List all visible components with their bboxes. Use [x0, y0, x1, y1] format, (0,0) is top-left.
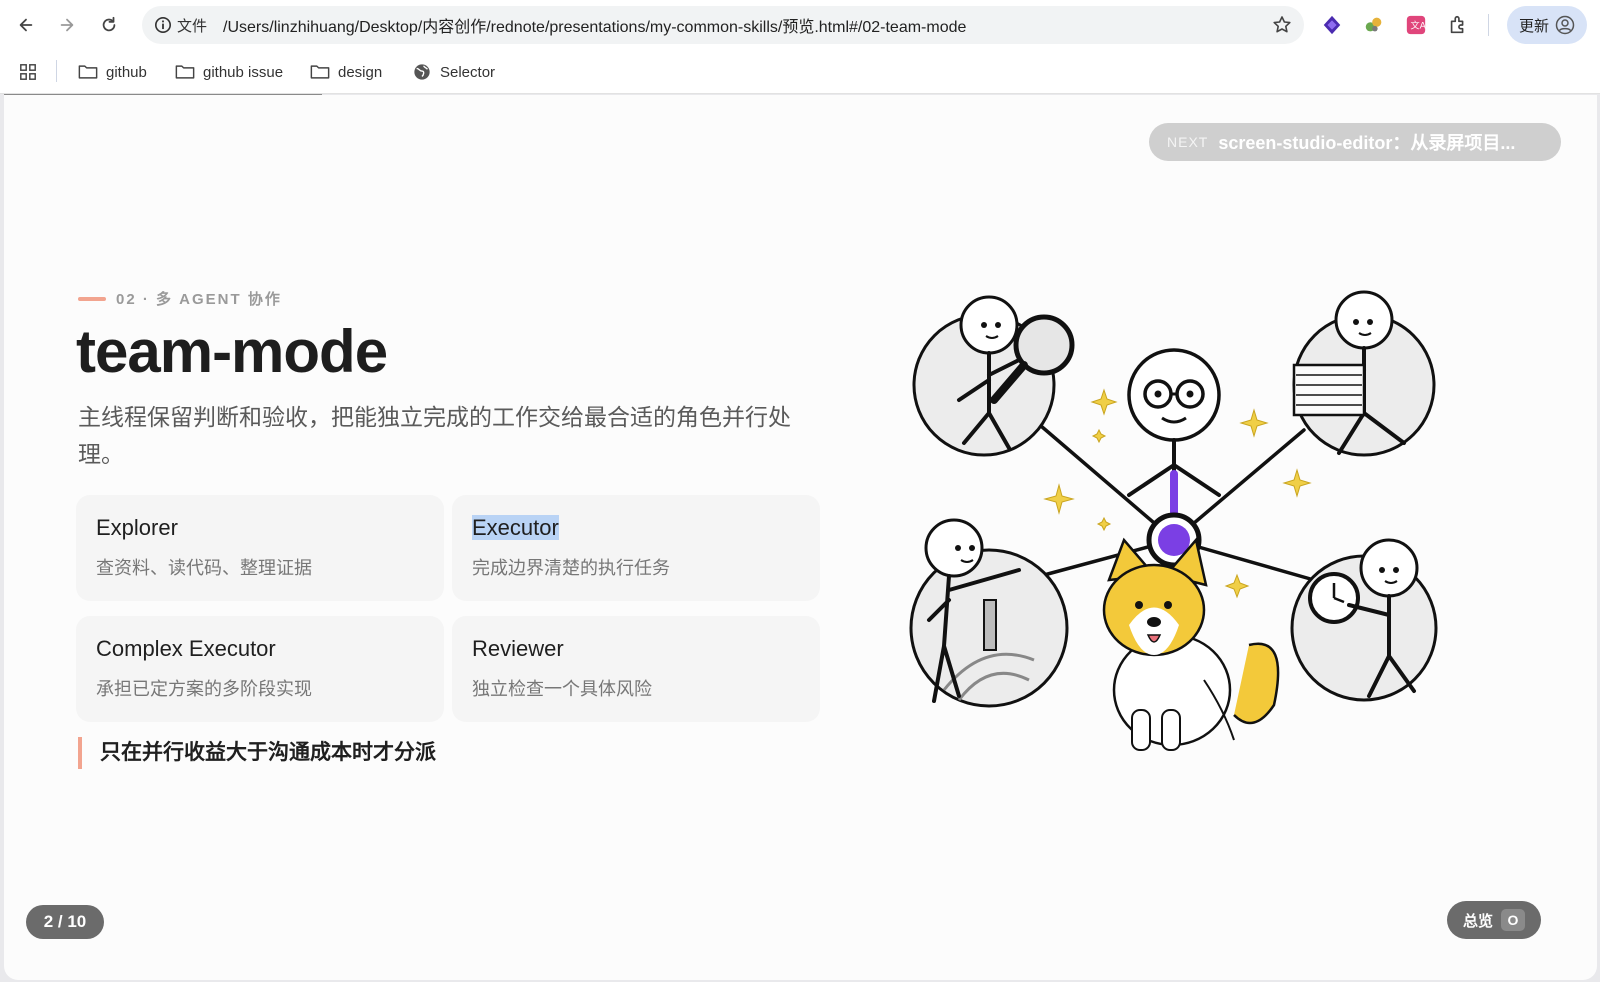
overview-label: 总览: [1462, 912, 1493, 930]
bookmark-label: Selector: [440, 63, 496, 81]
bookmark-label: github issue: [203, 63, 284, 81]
toolbar-separator: [1488, 14, 1489, 36]
page-indicator: 2 / 10: [26, 905, 104, 939]
dispatch-note: 只在并行收益大于沟通成本时才分派: [78, 737, 436, 769]
bookmark-github-issue[interactable]: github issue: [175, 61, 283, 83]
bookmarks-separator: [56, 60, 57, 82]
section-label: 02 · 多 AGENT 协作: [116, 291, 282, 308]
team-illustration: [909, 290, 1438, 751]
extension-translate-icon[interactable]: 文A: [1404, 13, 1428, 37]
role-name: Reviewer: [472, 636, 564, 661]
role-desc: 查资料、读代码、整理证据: [96, 558, 312, 578]
arrow-left-icon: [19, 18, 33, 32]
bookmarks-bar: github github issue design Selector: [0, 50, 1600, 94]
slide-subtitle: 主线程保留判断和验收，把能独立完成的工作交给最合适的角色并行处理。: [78, 404, 791, 467]
folder-icon: [310, 65, 330, 79]
role-name: Explorer: [96, 515, 178, 540]
arrow-right-icon: [60, 18, 74, 32]
browser-toolbar: 文件 /Users/linzhihuang/Desktop/内容创作/redno…: [0, 0, 1600, 50]
section-eyebrow: 02 · 多 AGENT 协作: [78, 288, 282, 309]
profile-avatar-icon: [1555, 15, 1575, 35]
bookmark-label: github: [106, 63, 147, 81]
role-card-executor: Executor 完成边界清楚的执行任务: [452, 495, 820, 601]
bookmark-selector[interactable]: Selector: [412, 61, 495, 83]
bookmark-star-icon[interactable]: [1272, 15, 1292, 35]
role-desc: 完成边界清楚的执行任务: [472, 558, 670, 578]
next-tag: NEXT: [1167, 134, 1209, 150]
next-slide-button[interactable]: NEXT screen-studio-editor：从录屏项目...: [1149, 123, 1561, 161]
role-desc: 独立检查一个具体风险: [472, 679, 652, 699]
back-button[interactable]: [11, 10, 41, 40]
bookmark-design[interactable]: design: [310, 61, 382, 83]
apps-button[interactable]: [18, 61, 38, 83]
folder-icon: [175, 65, 195, 79]
extensions-puzzle-icon[interactable]: [1446, 13, 1470, 37]
role-name: Complex Executor: [96, 636, 276, 661]
slide: NEXT screen-studio-editor：从录屏项目... 02 · …: [4, 95, 1597, 980]
apps-grid-icon: [20, 64, 36, 80]
role-name: Executor: [472, 515, 559, 540]
folder-icon: [78, 65, 98, 79]
bookmark-label: design: [338, 63, 383, 81]
reload-button[interactable]: [94, 10, 124, 40]
role-desc: 承担已定方案的多阶段实现: [96, 679, 312, 699]
overview-button[interactable]: 总览 O: [1447, 901, 1541, 939]
next-slide-title: screen-studio-editor：从录屏项目...: [1218, 133, 1516, 153]
bookmark-github[interactable]: github: [78, 61, 147, 83]
globe-icon: [414, 64, 430, 80]
role-card-complex-executor: Complex Executor 承担已定方案的多阶段实现: [76, 616, 444, 722]
role-name-wrapper: Executor: [472, 515, 820, 541]
info-icon[interactable]: [154, 16, 172, 34]
document-carrier-figure: [1292, 290, 1436, 457]
role-card-explorer: Explorer 查资料、读代码、整理证据: [76, 495, 444, 601]
leader-figure: [1127, 348, 1221, 568]
update-button[interactable]: 更新: [1507, 6, 1587, 44]
svg-text:文A: 文A: [1411, 20, 1427, 32]
timekeeper-figure: [1290, 538, 1438, 702]
forward-button[interactable]: [52, 10, 82, 40]
role-card-reviewer: Reviewer 独立检查一个具体风险: [452, 616, 820, 722]
reload-icon: [102, 16, 116, 32]
address-bar[interactable]: 文件 /Users/linzhihuang/Desktop/内容创作/redno…: [142, 6, 1304, 44]
overview-shortcut-key: O: [1501, 909, 1525, 931]
url-text[interactable]: /Users/linzhihuang/Desktop/内容创作/rednote/…: [223, 13, 966, 37]
corgi-dog: [1102, 537, 1280, 751]
extension-puzzle-color-icon[interactable]: [1362, 13, 1386, 37]
update-label: 更新: [1518, 17, 1549, 35]
extension-diamond-icon[interactable]: [1320, 13, 1344, 37]
accent-bar: [78, 296, 106, 301]
slide-title: team-mode: [76, 318, 388, 385]
pathfinder-figure: [909, 518, 1069, 708]
file-scheme-label: 文件: [177, 17, 208, 35]
